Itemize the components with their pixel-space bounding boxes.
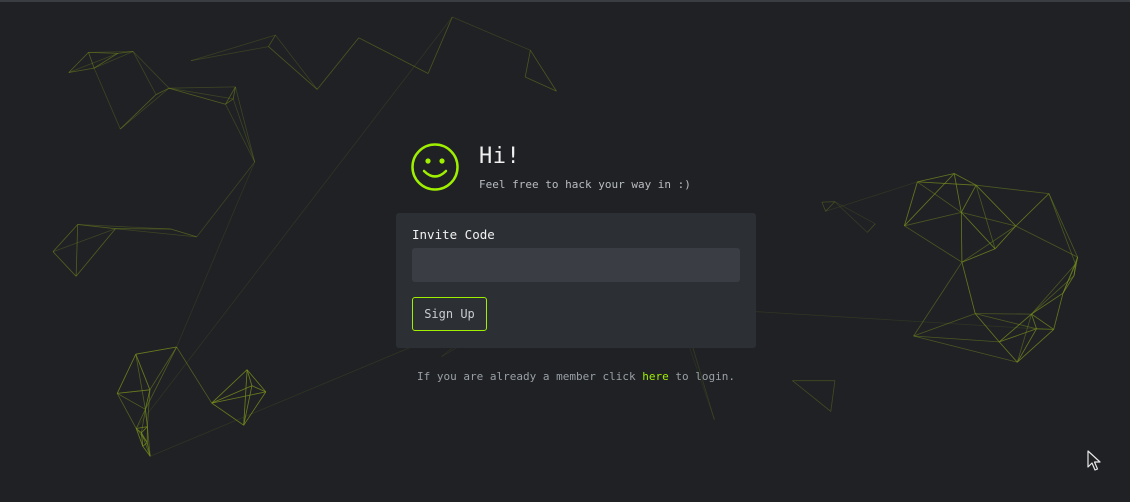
network-line (961, 262, 976, 314)
network-line (953, 173, 962, 213)
network-line (117, 389, 150, 394)
network-line (52, 251, 77, 277)
network-line (913, 261, 963, 337)
network-line (211, 402, 244, 426)
network-line (120, 87, 170, 130)
page-subtitle: Feel free to hack your way in :) (479, 177, 691, 191)
network-line (961, 212, 1016, 227)
network-line (132, 51, 170, 89)
network-line (93, 53, 118, 69)
network-line (232, 98, 256, 163)
network-line (830, 380, 836, 412)
network-line (961, 225, 1017, 263)
network-line (145, 409, 148, 427)
network-line (427, 16, 453, 74)
network-line (904, 225, 963, 263)
network-line (1031, 313, 1054, 330)
network-line (251, 385, 266, 393)
network-line (211, 391, 266, 404)
network-line (316, 37, 360, 90)
network-line (196, 161, 256, 238)
network-line (821, 201, 826, 212)
network-line (904, 212, 962, 227)
greeting: Hi! Feel free to hack your way in :) (410, 142, 691, 192)
network-line (825, 181, 918, 212)
greeting-text: Hi! Feel free to hack your way in :) (479, 144, 691, 191)
smiley-face-icon (411, 143, 459, 191)
network-line (975, 313, 1037, 330)
network-line (268, 46, 318, 90)
network-line (1036, 328, 1054, 330)
network-line (1016, 313, 1032, 363)
network-line (1048, 193, 1076, 265)
network-line (88, 52, 95, 69)
network-line (792, 380, 832, 412)
network-line (1016, 328, 1037, 363)
network-line (975, 313, 1032, 315)
network-line (75, 224, 79, 277)
network-line (976, 184, 1049, 194)
login-hint-suffix: to login. (675, 370, 735, 383)
network-line (1048, 193, 1078, 258)
network-line (68, 53, 118, 73)
network-line (176, 161, 256, 348)
network-line (120, 94, 157, 130)
network-line (998, 341, 1018, 363)
login-link[interactable]: here (642, 370, 669, 383)
network-line (235, 86, 256, 163)
login-hint: If you are already a member click here t… (0, 370, 1130, 383)
network-line (960, 212, 963, 263)
mouse-cursor-icon (1087, 450, 1101, 471)
network-line (225, 104, 256, 163)
network-line (358, 37, 429, 74)
invite-code-label: Invite Code (412, 227, 495, 242)
network-line (960, 185, 977, 213)
network-line (917, 181, 977, 186)
network-line (135, 346, 177, 355)
network-line (867, 223, 876, 233)
signup-form: Invite Code Sign Up (396, 213, 756, 348)
invite-code-input[interactable] (412, 248, 740, 282)
network-line (132, 51, 157, 95)
sign-up-button[interactable]: Sign Up (412, 297, 487, 331)
network-line (974, 313, 1000, 343)
network-line (524, 50, 531, 78)
network-line (93, 67, 121, 130)
network-line (917, 181, 962, 213)
network-line (954, 173, 977, 186)
network-line (93, 51, 134, 69)
network-line (1015, 225, 1078, 258)
network-line (77, 224, 171, 230)
network-line (149, 346, 177, 391)
network-line (52, 224, 78, 252)
network-line (999, 328, 1037, 343)
network-line (1015, 193, 1050, 227)
network-line (1017, 329, 1054, 363)
network-line (452, 16, 531, 51)
network-line (88, 52, 118, 54)
login-hint-prefix: If you are already a member click (417, 370, 636, 383)
network-line (1031, 263, 1076, 315)
network-line (917, 173, 955, 183)
network-line (275, 34, 318, 90)
page-title: Hi! (479, 143, 521, 169)
network-line (168, 86, 236, 89)
